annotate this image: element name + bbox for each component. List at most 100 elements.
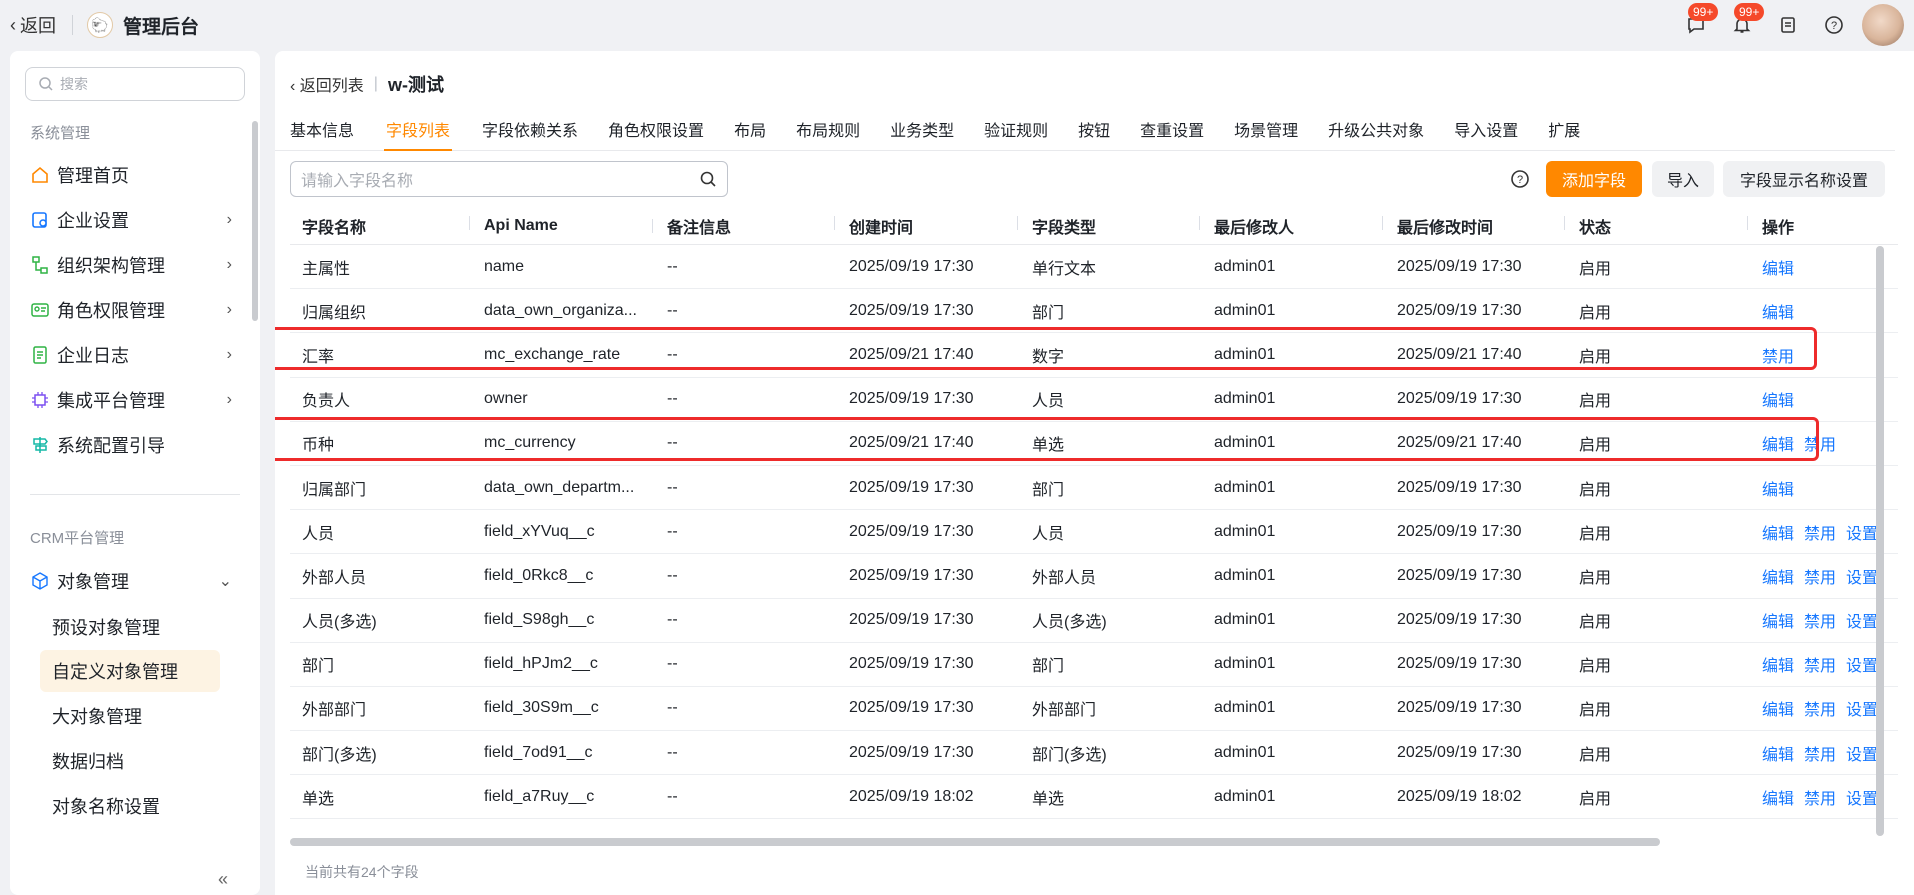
tab-field-list[interactable]: 字段列表 (384, 107, 453, 151)
sidebar-subitem-big-objects[interactable]: 大对象管理 (40, 695, 220, 737)
tab-import-settings[interactable]: 导入设置 (1454, 107, 1518, 150)
cell-note: -- (667, 257, 678, 275)
edit-link[interactable]: 编辑 (1762, 741, 1794, 765)
chevron-right-icon: › (226, 391, 232, 408)
edit-link[interactable]: 编辑 (1762, 476, 1794, 500)
import-button[interactable]: 导入 (1652, 161, 1714, 197)
cell-type: 单行文本 (1032, 260, 1097, 278)
table-horizontal-scrollbar[interactable] (290, 838, 1660, 846)
tab-basic-info[interactable]: 基本信息 (290, 107, 354, 150)
cell-note: -- (667, 566, 678, 584)
settings-link[interactable]: 设置 (1846, 520, 1878, 544)
sidebar-search-input[interactable]: 搜索 (25, 67, 245, 101)
sidebar-search-placeholder: 搜索 (60, 76, 88, 92)
edit-link[interactable]: 编辑 (1762, 564, 1794, 588)
col-header: 字段类型 (1020, 214, 1202, 238)
top-bar: ‹ 返回 🐑 管理后台 99+ 99+ ? (0, 0, 1914, 50)
cell-type: 单选 (1032, 437, 1065, 455)
sidebar-subitem-data-archive[interactable]: 数据归档 (40, 740, 220, 782)
tab-upgrade-public[interactable]: 升级公共对象 (1328, 107, 1424, 150)
tab-role-permission[interactable]: 角色权限设置 (608, 107, 704, 150)
cell-created: 2025/09/19 18:02 (849, 787, 974, 805)
edit-link[interactable]: 编辑 (1762, 299, 1794, 323)
sidebar-item-objects[interactable]: 对象管理 ⌄ (30, 561, 240, 601)
disable-link[interactable]: 禁用 (1804, 785, 1836, 809)
cell-name: 部门 (302, 658, 335, 676)
task-button[interactable] (1776, 13, 1800, 37)
tab-duplicate-check[interactable]: 查重设置 (1140, 107, 1204, 150)
edit-link[interactable]: 编辑 (1762, 255, 1794, 279)
disable-link[interactable]: 禁用 (1804, 652, 1836, 676)
table-row: 负责人 owner -- 2025/09/19 17:30 人员 admin01 2025/… (290, 378, 1898, 422)
chevron-right-icon: › (226, 301, 232, 318)
settings-link[interactable]: 设置 (1846, 652, 1878, 676)
edit-link[interactable]: 编辑 (1762, 387, 1794, 411)
tab-scene-management[interactable]: 场景管理 (1234, 107, 1298, 150)
disable-link[interactable]: 禁用 (1804, 520, 1836, 544)
sidebar-item-company-settings[interactable]: 企业设置 › (30, 200, 240, 240)
edit-link[interactable]: 编辑 (1762, 652, 1794, 676)
sidebar-item-roles[interactable]: 角色权限管理 › (30, 290, 240, 330)
cell-modified: 2025/09/19 17:30 (1397, 478, 1522, 496)
edit-link[interactable]: 编辑 (1762, 520, 1794, 544)
cell-type: 数字 (1032, 348, 1065, 366)
collapse-sidebar-icon[interactable]: « (218, 869, 228, 890)
add-field-button[interactable]: 添加字段 (1546, 161, 1642, 197)
edit-link[interactable]: 编辑 (1762, 785, 1794, 809)
edit-link[interactable]: 编辑 (1762, 696, 1794, 720)
notification-button[interactable]: 99+ (1730, 3, 1765, 37)
field-display-name-settings-button[interactable]: 字段显示名称设置 (1723, 161, 1885, 197)
cell-api: field_xYVuq__c (484, 522, 595, 540)
disable-link[interactable]: 禁用 (1804, 696, 1836, 720)
cell-created: 2025/09/21 17:40 (849, 345, 974, 363)
settings-link[interactable]: 设置 (1846, 741, 1878, 765)
sidebar-subitem-object-name[interactable]: 对象名称设置 (40, 785, 220, 827)
disable-link[interactable]: 禁用 (1804, 564, 1836, 588)
table-vertical-scrollbar[interactable] (1876, 246, 1884, 836)
avatar[interactable] (1862, 4, 1904, 46)
back-to-list-link[interactable]: ‹ 返回列表 (290, 72, 364, 96)
col-header: 备注信息 (655, 214, 837, 238)
sidebar-item-org[interactable]: 组织架构管理 › (30, 245, 240, 285)
settings-link[interactable]: 设置 (1846, 564, 1878, 588)
sidebar-item-integration[interactable]: 集成平台管理 › (30, 380, 240, 420)
help-button[interactable]: ? (1822, 13, 1846, 37)
disable-link[interactable]: 禁用 (1804, 741, 1836, 765)
app-title: 管理后台 (123, 16, 200, 38)
chat-button[interactable]: 99+ (1684, 3, 1719, 37)
tab-buttons[interactable]: 按钮 (1078, 107, 1110, 150)
cell-type: 部门 (1032, 481, 1065, 499)
edit-link[interactable]: 编辑 (1762, 608, 1794, 632)
sidebar-item-logs[interactable]: 企业日志 › (30, 335, 240, 375)
settings-link[interactable]: 设置 (1846, 696, 1878, 720)
back-button[interactable]: ‹ 返回 (10, 12, 56, 38)
tab-extensions[interactable]: 扩展 (1548, 107, 1580, 150)
sidebar-subitem-custom-objects[interactable]: 自定义对象管理 (40, 650, 220, 692)
sidebar-item-home[interactable]: 管理首页 (30, 155, 240, 195)
search-icon[interactable] (699, 170, 717, 188)
sidebar-item-config-guide[interactable]: 系统配置引导 (30, 425, 240, 465)
tab-field-dependency[interactable]: 字段依赖关系 (482, 107, 578, 150)
settings-link[interactable]: 设置 (1846, 785, 1878, 809)
cell-name: 单选 (302, 790, 335, 808)
disable-link[interactable]: 禁用 (1804, 431, 1836, 455)
sidebar-scrollbar[interactable] (252, 121, 258, 321)
sidebar-subitem-preset-objects[interactable]: 预设对象管理 (40, 606, 220, 648)
settings-link[interactable]: 设置 (1846, 608, 1878, 632)
disable-link[interactable]: 禁用 (1804, 608, 1836, 632)
cell-name: 主属性 (302, 260, 351, 278)
main-panel: ‹ 返回列表 | w-测试 基本信息 字段列表 字段依赖关系 角色权限设置 布局… (275, 51, 1914, 895)
field-search-input[interactable]: 请输入字段名称 (290, 161, 728, 197)
tab-layout[interactable]: 布局 (734, 107, 766, 150)
cell-modified: 2025/09/19 17:30 (1397, 301, 1522, 319)
tab-layout-rules[interactable]: 布局规则 (796, 107, 860, 150)
cell-created: 2025/09/19 17:30 (849, 655, 974, 673)
edit-link[interactable]: 编辑 (1762, 431, 1794, 455)
search-icon (39, 77, 53, 91)
tab-validation-rules[interactable]: 验证规则 (984, 107, 1048, 150)
cell-type: 单选 (1032, 790, 1065, 808)
help-icon[interactable]: ? (1510, 169, 1530, 189)
sidebar-item-label: 组织架构管理 (57, 256, 165, 276)
tab-business-type[interactable]: 业务类型 (890, 107, 954, 150)
disable-link[interactable]: 禁用 (1762, 343, 1794, 367)
